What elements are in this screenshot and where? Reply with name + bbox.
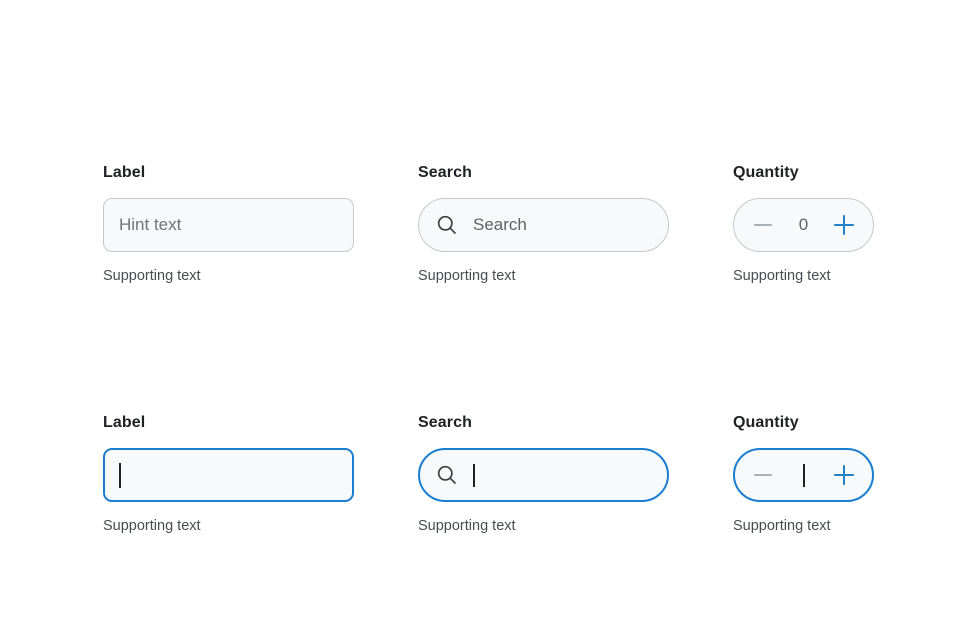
text-cursor <box>119 462 121 488</box>
quantity-stepper-focused[interactable] <box>733 448 874 502</box>
search-input-default[interactable]: Search <box>418 198 669 252</box>
plus-glyph <box>834 215 854 235</box>
quantity-field-supporting-text: Supporting text <box>733 268 831 284</box>
text-input-placeholder: Hint text <box>119 215 182 234</box>
text-field-label-focused: Label <box>103 414 146 431</box>
quantity-field-group-focused: Quantity Supporting text <box>733 413 893 535</box>
text-field-group-default: Label Hint text Supporting text <box>103 163 418 285</box>
quantity-value-focused <box>798 463 810 487</box>
search-cursor <box>473 463 475 487</box>
minus-bar <box>754 224 772 226</box>
plus-icon[interactable] <box>833 214 855 236</box>
search-field-group-focused: Search Supporting text <box>418 413 733 535</box>
quantity-field-group-default: Quantity 0 Supporting text <box>733 163 893 285</box>
field-row-focused: Label Supporting text Search Supporting … <box>103 413 893 535</box>
search-field-supporting-text: Supporting text <box>418 268 516 284</box>
quantity-field-label: Quantity <box>733 164 799 181</box>
text-input-default[interactable]: Hint text <box>103 198 354 252</box>
search-field-group-default: Search Search Supporting text <box>418 163 733 285</box>
text-field-label: Label <box>103 164 146 181</box>
search-icon <box>435 213 459 237</box>
text-field-supporting-text: Supporting text <box>103 268 201 284</box>
component-showcase-canvas: Label Hint text Supporting text Search S… <box>0 0 978 630</box>
search-field-label: Search <box>418 164 472 181</box>
text-field-group-focused: Label Supporting text <box>103 413 418 535</box>
search-icon <box>435 463 459 487</box>
plus-icon[interactable] <box>833 464 855 486</box>
quantity-stepper-default[interactable]: 0 <box>733 198 874 252</box>
field-grid: Label Hint text Supporting text Search S… <box>103 163 893 535</box>
search-input-focused[interactable] <box>418 448 669 502</box>
search-field-supporting-text-focused: Supporting text <box>418 518 516 534</box>
field-row-default: Label Hint text Supporting text Search S… <box>103 163 893 285</box>
text-field-supporting-text-focused: Supporting text <box>103 518 201 534</box>
quantity-field-supporting-text-focused: Supporting text <box>733 518 831 534</box>
quantity-cursor <box>802 463 805 487</box>
minus-icon[interactable] <box>752 464 774 486</box>
quantity-value: 0 <box>798 215 809 234</box>
minus-bar <box>754 474 772 476</box>
search-field-label-focused: Search <box>418 414 472 431</box>
plus-glyph <box>834 465 854 485</box>
minus-icon[interactable] <box>752 214 774 236</box>
text-input-focused[interactable] <box>103 448 354 502</box>
quantity-field-label-focused: Quantity <box>733 414 799 431</box>
search-input-placeholder: Search <box>473 215 527 234</box>
